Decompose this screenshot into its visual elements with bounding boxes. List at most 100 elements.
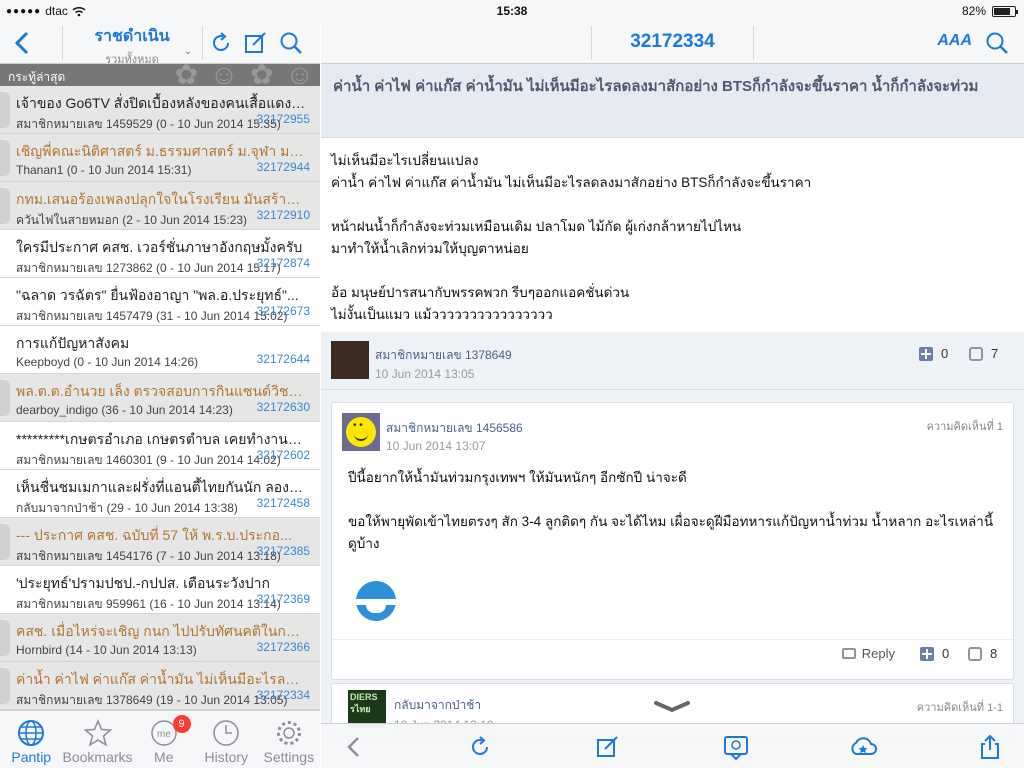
topic-row[interactable]: คสช. เมื่อไหร่จะเชิญ กนก ไปปรับทัศนคติใน… (0, 614, 320, 662)
battery-percent: 82% (961, 4, 986, 18)
post-line: ค่าน้ำ ค่าไฟ ค่าแก๊ส ค่าน้ำมัน ไม่เห็นมี… (331, 175, 812, 190)
refresh-button[interactable] (208, 30, 234, 56)
tab-pantip[interactable]: Pantip (0, 711, 63, 768)
emotion-counter[interactable]: 7 (969, 346, 998, 361)
clock: 15:38 (496, 4, 528, 18)
topic-id-title: 32172334 (630, 31, 715, 52)
read-marker (0, 188, 10, 224)
cloud-icon (851, 737, 877, 755)
post-body: ไม่เห็นมีอะไรเปลี่ยนแปลง ค่าน้ำ ค่าไฟ ค่า… (321, 138, 1024, 332)
sticker-icon (356, 581, 396, 621)
vote-button[interactable] (849, 734, 877, 760)
topic-row[interactable]: *********เกษตรอำเภอ เกษตรตำบล เคยทำงานบ้… (0, 422, 320, 470)
topic-row[interactable]: --- ประกาศ คสช. ฉบับที่ 57 ให้ พ.ร.บ.ประ… (0, 518, 320, 566)
share-button[interactable] (977, 734, 1003, 760)
topic-row[interactable]: ค่าน้ำ ค่าไฟ ค่าแก๊ส ค่าน้ำมัน ไม่เห็นมี… (0, 662, 320, 710)
topic-meta: Hornbird (14 - 10 Jun 2014 13:13) (16, 643, 197, 657)
chevron-down-icon (654, 701, 690, 713)
reply-icon (841, 648, 856, 659)
topic-list[interactable]: เจ้าของ Go6TV สั่งปิดเบื้องหลังของคนเสื้… (0, 86, 320, 710)
tab-label: Pantip (11, 749, 52, 765)
forum-title: ราชดำเนิน (94, 28, 170, 45)
topic-row[interactable]: เชิญพี่คณะนิติศาสตร์ ม.ธรรมศาสตร์ ม.จุฬา… (0, 134, 320, 182)
topic-row[interactable]: เห็นชื่นชมเมกาและฝรั่งที่แอนตี้ไทยกันนัก… (0, 470, 320, 518)
post-paragraph: อ้อ มนุษย์ปารสนากับพรรคพวก รีบๆออกแอคชั่… (331, 282, 1014, 326)
tab-label: History (204, 749, 249, 765)
read-marker (0, 92, 10, 128)
refresh-icon (472, 736, 488, 755)
author-name[interactable]: สมาชิกหมายเลข 1378649 (375, 346, 512, 365)
svg-text:me: me (157, 729, 171, 740)
globe-icon (18, 720, 45, 746)
emotion-icon (724, 736, 748, 761)
chevron-left-icon (347, 737, 359, 757)
topic-row[interactable]: 'ประยุทธ์'ปรามปชป.-กปปส. เตือนระวังปาก สม… (0, 566, 320, 614)
plus-counter[interactable]: 0 (919, 346, 948, 361)
pantip-pattern-icon: ✿ ☺ ✿ ☺ (174, 64, 316, 86)
emotion-button[interactable] (723, 734, 749, 761)
tab-bookmarks[interactable]: Bookmarks (63, 711, 133, 768)
comment-number: ความคิดเห็นที่ 1 (926, 421, 1003, 433)
emotion-counter[interactable]: 8 (968, 646, 997, 661)
author-name[interactable]: สมาชิกหมายเลข 1456586 (386, 419, 523, 438)
avatar[interactable] (342, 413, 380, 451)
topic-row[interactable]: เจ้าของ Go6TV สั่งปิดเบื้องหลังของคนเสื้… (0, 86, 320, 134)
refresh-button[interactable] (467, 734, 493, 760)
topic-row[interactable]: การแก้ปัญหาสังคม Keepboyd (0 - 10 Jun 201… (0, 326, 320, 374)
read-marker (0, 620, 10, 656)
tab-bar: Pantip Bookmarks me 9 Me History Setting… (0, 710, 320, 768)
topic-row[interactable]: พล.ต.ต.อำนวย เล็ง ตรวจสอบการกินแซนด์วิช … (0, 374, 320, 422)
plus-icon (920, 646, 934, 661)
post-title: ค่าน้ำ ค่าไฟ ค่าแก๊ส ค่าน้ำมัน ไม่เห็นมี… (333, 78, 979, 95)
forum-selector[interactable]: ราชดำเนิน รวมทั้งหมด ⌄ (64, 24, 200, 68)
avatar[interactable] (331, 341, 369, 379)
read-marker (0, 380, 10, 416)
search-icon (280, 32, 302, 54)
topic-row[interactable]: กทม.เสนอร้องเพลงปลุกใจในโรงเรียน มันสร้า… (0, 182, 320, 230)
comment-number: ความคิดเห็นที่ 1-1 (916, 702, 1003, 714)
topic-id: 32172910 (256, 208, 310, 222)
divider (62, 26, 63, 60)
font-size-button[interactable]: AAA (937, 32, 972, 50)
topic-meta: สมาชิกหมายเลข 1273862 (0 - 10 Jun 2014 1… (16, 261, 281, 275)
emotion-count: 8 (990, 646, 998, 661)
tab-history[interactable]: History (195, 711, 258, 768)
plus-icon (919, 346, 933, 361)
read-marker (0, 668, 10, 704)
tab-me[interactable]: me 9 Me (133, 711, 196, 768)
topic-list-pane: ราชดำเนิน รวมทั้งหมด ⌄ กระทู้ล่าสุด ✿ ☺ … (0, 0, 320, 768)
share-icon (981, 734, 999, 759)
right-navbar: 32172334 AAA (321, 22, 1024, 64)
post-paragraph: ไม่เห็นมีอะไรเปลี่ยนแปลง ค่าน้ำ ค่าไฟ ค่า… (331, 150, 1014, 194)
topic-id: 32172366 (256, 640, 310, 654)
topic-id: 32172385 (256, 544, 310, 558)
reply-button[interactable]: Reply (841, 646, 895, 661)
divider (202, 26, 203, 60)
scroll-down-handle[interactable] (653, 700, 691, 714)
search-button[interactable] (984, 30, 1010, 56)
topic-row[interactable]: "ฉลาด วรฉัตร" ยื่นฟ้องอาญา "พล.อ.ประยุทธ… (0, 278, 320, 326)
topic-id: 32172644 (256, 352, 310, 366)
search-button[interactable] (278, 30, 304, 56)
comment-paragraph: ปีนี้อยากให้น้ำมันท่วมกรุงเทพฯ ให้มันหนั… (348, 470, 687, 485)
author-name[interactable]: กลับมาจากป่าช้า (394, 696, 481, 715)
chevron-left-icon (14, 31, 29, 55)
compose-icon (245, 32, 266, 53)
topic-meta: dearboy_indigo (36 - 10 Jun 2014 14:23) (16, 403, 233, 417)
notification-badge: 9 (172, 715, 191, 733)
divider (753, 26, 754, 60)
topic-row[interactable]: ใครมีประกาศ คสช. เวอร์ชั่นภาษาอังกฤษมั้ง… (0, 230, 320, 278)
comment-date: 10 Jun 2014 13:07 (386, 439, 486, 453)
back-button[interactable] (10, 28, 40, 58)
emotion-count: 7 (991, 346, 999, 361)
comment-body: ปีนี้อยากให้น้ำมันท่วมกรุงเทพฯ ให้มันหนั… (348, 467, 998, 577)
topic-id: 32172955 (256, 112, 310, 126)
compose-button[interactable] (243, 30, 269, 56)
chevron-down-icon: ⌄ (183, 46, 192, 57)
post-author-bar: สมาชิกหมายเลข 1378649 10 Jun 2014 13:05 … (321, 332, 1024, 390)
plus-counter[interactable]: 0 (920, 646, 949, 661)
refresh-icon (213, 32, 229, 51)
tab-settings[interactable]: Settings (258, 711, 321, 768)
back-button[interactable] (341, 734, 367, 760)
compose-reply-button[interactable] (595, 734, 621, 760)
